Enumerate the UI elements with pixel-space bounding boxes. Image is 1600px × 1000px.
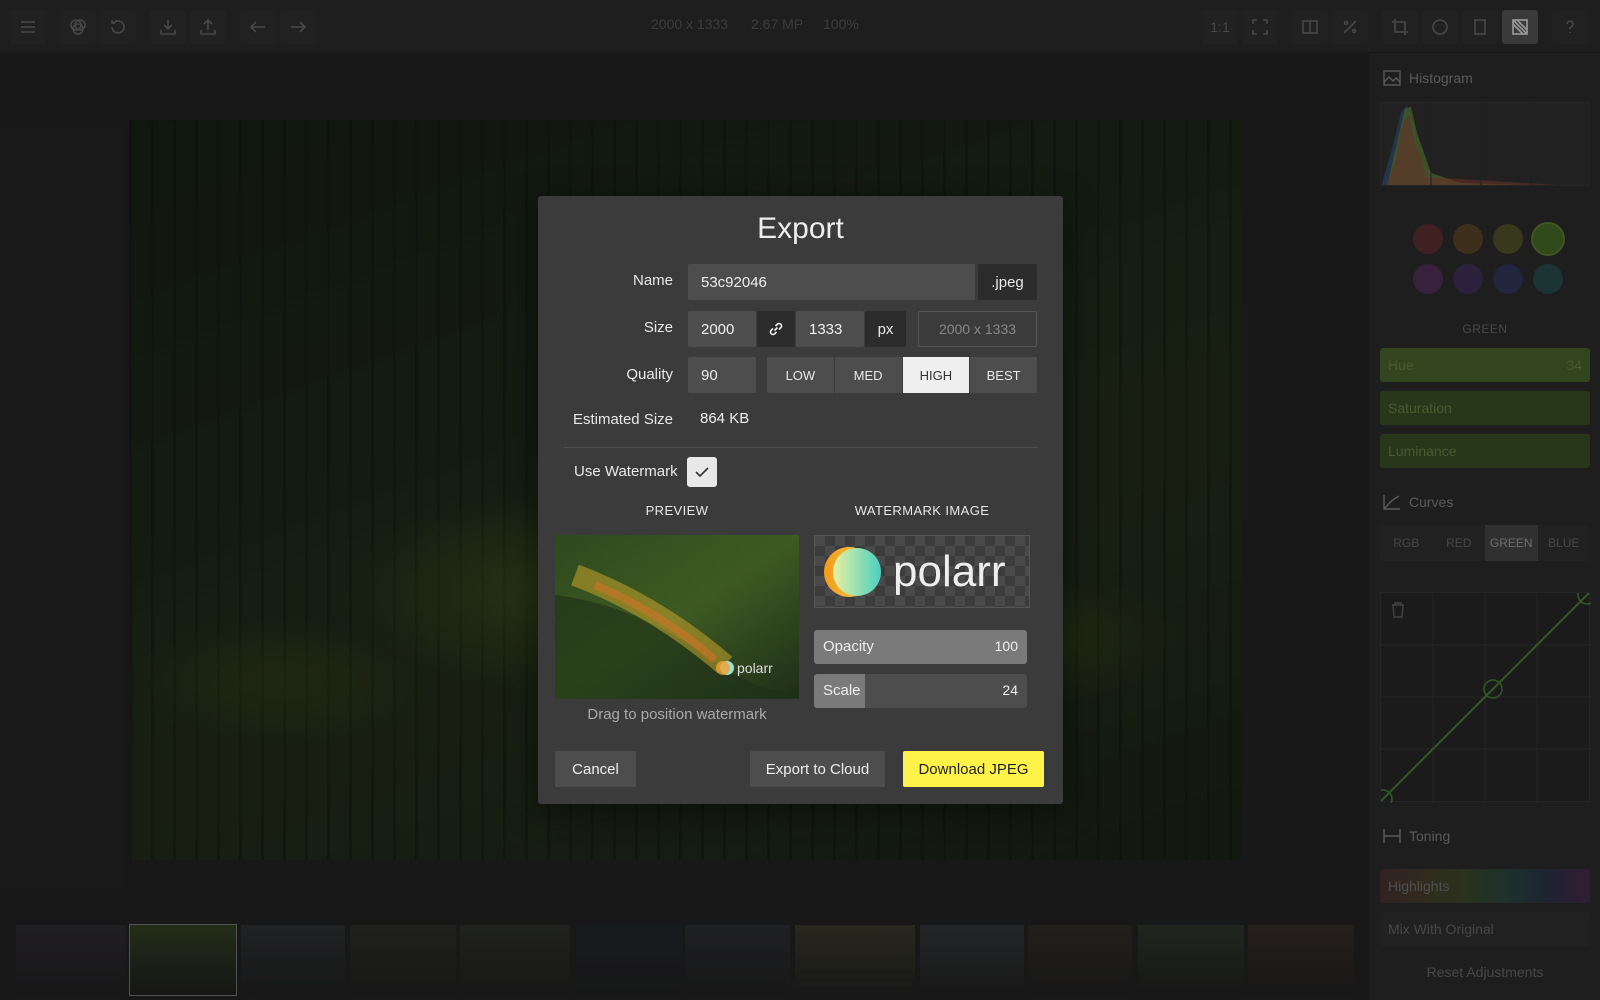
quality-input[interactable]: 90 — [688, 357, 756, 393]
name-label: Name — [632, 272, 673, 289]
preview-watermark-text: polarr — [737, 660, 773, 676]
quality-preset-high[interactable]: HIGH — [902, 357, 971, 393]
dialog-title: Export — [757, 212, 844, 245]
quality-preset-best[interactable]: BEST — [970, 357, 1037, 393]
scale-value: 24 — [1002, 682, 1018, 698]
scale-label: Scale — [823, 682, 861, 699]
file-extension: .jpeg — [978, 264, 1037, 300]
preview-heading: PREVIEW — [645, 503, 709, 518]
export-to-cloud-button[interactable]: Export to Cloud — [750, 751, 885, 787]
export-dialog: Export Name 53c92046 .jpeg Size 2000 133… — [538, 196, 1063, 804]
watermark-image-heading: WATERMARK IMAGE — [854, 503, 990, 518]
use-watermark-checkbox[interactable] — [687, 457, 717, 487]
unit-label: px — [865, 311, 906, 347]
size-label: Size — [643, 319, 673, 336]
quality-preset-med[interactable]: MED — [835, 357, 903, 393]
quality-preset-low[interactable]: LOW — [767, 357, 835, 393]
opacity-slider[interactable]: Opacity 100 — [814, 630, 1027, 664]
scale-slider[interactable]: Scale 24 — [814, 674, 1027, 708]
opacity-label: Opacity — [823, 638, 874, 655]
quality-presets: LOW MED HIGH BEST — [767, 357, 1037, 393]
opacity-value: 100 — [994, 638, 1018, 654]
drag-hint: Drag to position watermark — [587, 706, 767, 723]
estimated-size-value: 864 KB — [700, 410, 750, 427]
watermark-preview[interactable]: polarr — [555, 535, 799, 699]
watermark-logo-text: polarr — [893, 547, 1006, 596]
filename-input[interactable]: 53c92046 — [688, 264, 975, 300]
download-jpeg-button[interactable]: Download JPEG — [903, 751, 1044, 787]
height-input[interactable]: 1333 — [796, 311, 864, 347]
use-watermark-label: Use Watermark — [574, 463, 678, 480]
width-input[interactable]: 2000 — [688, 311, 756, 347]
dialog-divider — [564, 447, 1037, 448]
watermark-image[interactable]: polarr — [814, 535, 1030, 608]
quality-label: Quality — [626, 366, 673, 383]
original-size-hint: 2000 x 1333 — [918, 311, 1037, 347]
cancel-button[interactable]: Cancel — [555, 751, 636, 787]
estimated-size-label: Estimated Size — [572, 411, 673, 428]
checkmark-icon — [695, 467, 709, 478]
link-icon[interactable] — [757, 311, 795, 347]
